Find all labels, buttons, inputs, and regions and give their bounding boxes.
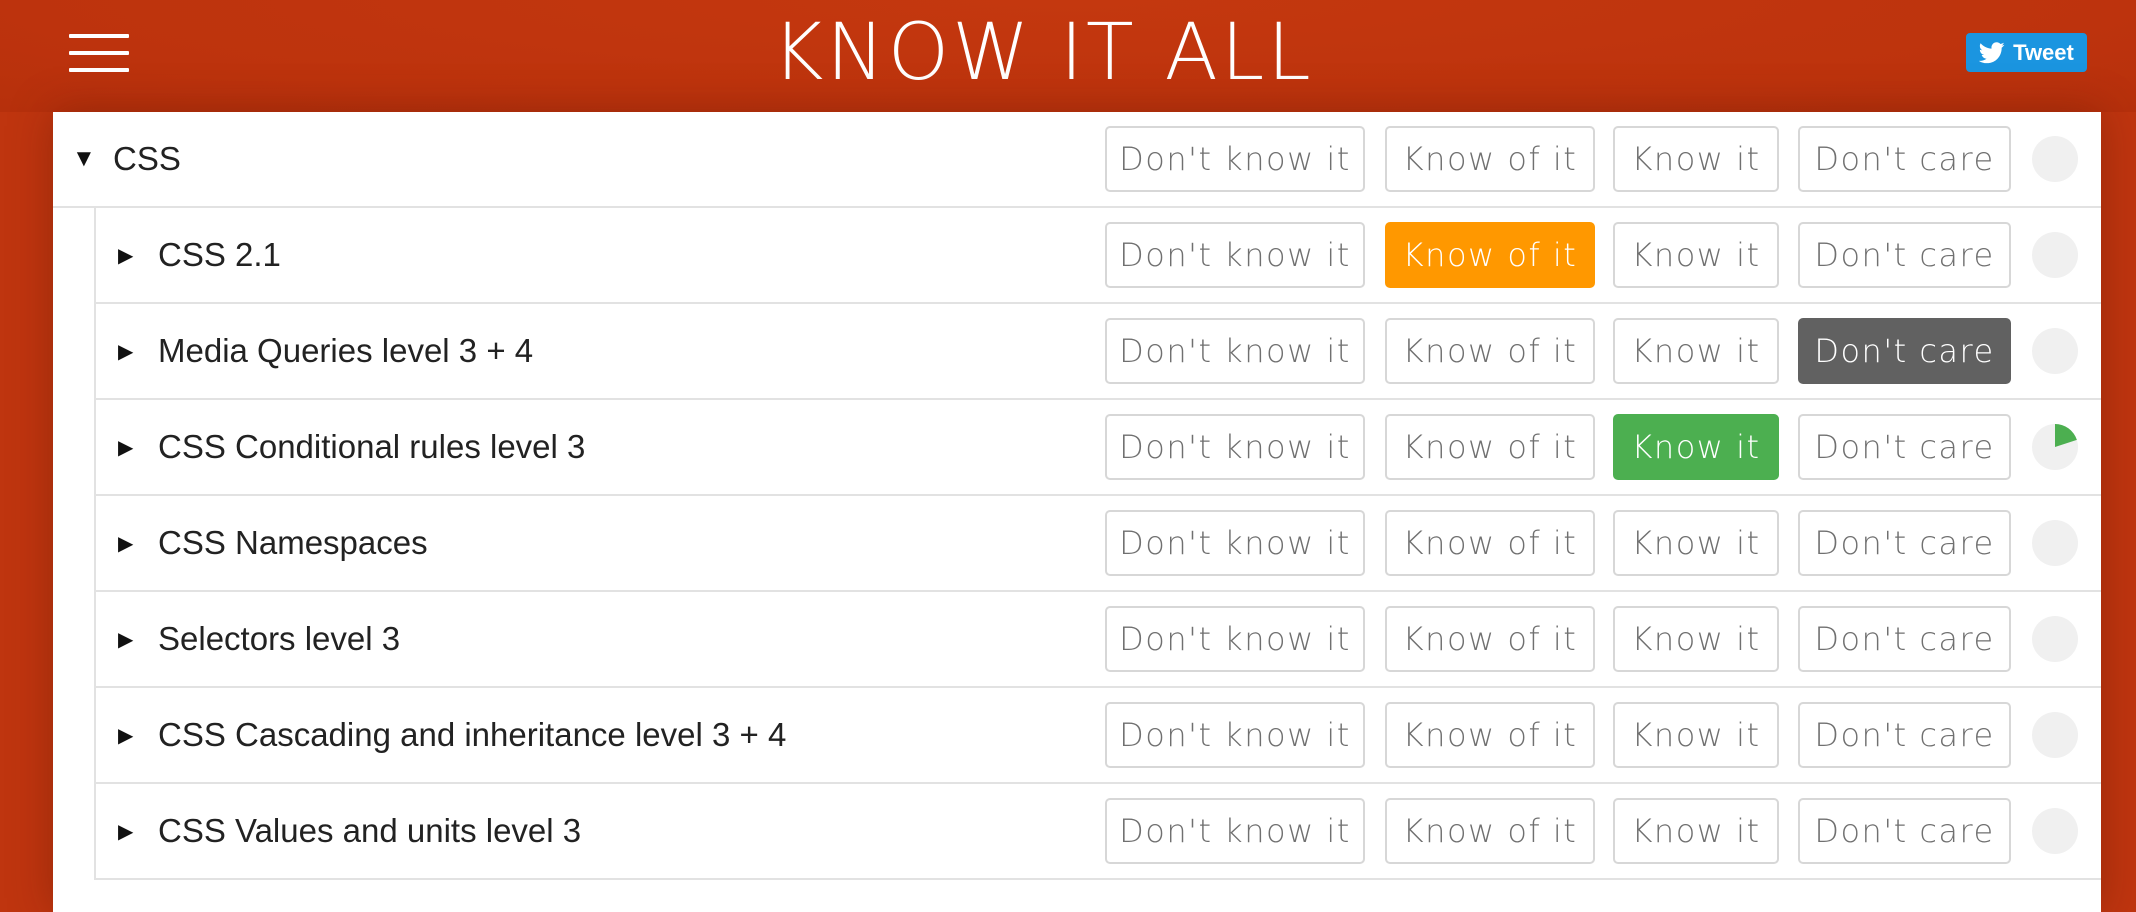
know-it-button[interactable]: Know it	[1613, 126, 1779, 192]
expand-triangle-icon[interactable]: ▶	[118, 304, 133, 398]
progress-pie-icon	[2031, 327, 2079, 375]
topic-label[interactable]: CSS 2.1	[158, 208, 281, 302]
progress-pie-icon	[2031, 807, 2079, 855]
know-of-it-button[interactable]: Know of it	[1385, 702, 1595, 768]
expand-triangle-icon[interactable]: ▶	[118, 400, 133, 494]
know-of-it-button[interactable]: Know of it	[1385, 510, 1595, 576]
app-header: KNOW IT ALL Tweet	[0, 0, 2136, 112]
know-of-it-button[interactable]: Know of it	[1385, 414, 1595, 480]
topic-label[interactable]: CSS Values and units level 3	[158, 784, 581, 878]
expand-triangle-icon[interactable]: ▶	[118, 208, 133, 302]
know-of-it-button[interactable]: Know of it	[1385, 222, 1595, 288]
dont-care-button[interactable]: Don't care	[1798, 702, 2011, 768]
dont-know-it-button[interactable]: Don't know it	[1105, 414, 1365, 480]
topic-label[interactable]: CSS Cascading and inheritance level 3 + …	[158, 688, 786, 782]
know-of-it-button[interactable]: Know of it	[1385, 126, 1595, 192]
dont-care-button[interactable]: Don't care	[1798, 414, 2011, 480]
topic-row-root: ▼ CSS Don't know it Know of it Know it Don't …	[53, 112, 2101, 208]
know-it-button[interactable]: Know it	[1613, 606, 1779, 672]
dont-care-button[interactable]: Don't care	[1798, 798, 2011, 864]
app-title: KNOW IT ALL	[772, 8, 1314, 98]
topic-list: ▼ CSS Don't know it Know of it Know it Don't …	[53, 112, 2101, 912]
progress-pie-icon	[2031, 519, 2079, 567]
know-it-button[interactable]: Know it	[1613, 798, 1779, 864]
topic-label[interactable]: CSS Namespaces	[158, 496, 428, 590]
topic-row: ▶ CSS Conditional rules level 3 Don't know…	[94, 400, 2101, 496]
progress-pie-icon	[2031, 615, 2079, 663]
dont-care-button[interactable]: Don't care	[1798, 126, 2011, 192]
dont-know-it-button[interactable]: Don't know it	[1105, 606, 1365, 672]
collapse-triangle-icon[interactable]: ▼	[72, 112, 96, 206]
know-of-it-button[interactable]: Know of it	[1385, 798, 1595, 864]
progress-pie-icon	[2031, 135, 2079, 183]
dont-know-it-button[interactable]: Don't know it	[1105, 318, 1365, 384]
topic-row: ▶ CSS Cascading and inheritance level 3 +…	[94, 688, 2101, 784]
tweet-button[interactable]: Tweet	[1966, 33, 2087, 72]
dont-care-button[interactable]: Don't care	[1798, 606, 2011, 672]
topic-label[interactable]: Selectors level 3	[158, 592, 400, 686]
tweet-label: Tweet	[2013, 39, 2074, 65]
know-it-button[interactable]: Know it	[1613, 318, 1779, 384]
topic-row: ▶ CSS Values and units level 3 Don't know …	[94, 784, 2101, 880]
dont-know-it-button[interactable]: Don't know it	[1105, 798, 1365, 864]
expand-triangle-icon[interactable]: ▶	[118, 592, 133, 686]
dont-know-it-button[interactable]: Don't know it	[1105, 222, 1365, 288]
progress-pie-icon	[2031, 711, 2079, 759]
dont-care-button[interactable]: Don't care	[1798, 318, 2011, 384]
dont-know-it-button[interactable]: Don't know it	[1105, 702, 1365, 768]
know-it-button[interactable]: Know it	[1613, 510, 1779, 576]
know-it-button[interactable]: Know it	[1613, 702, 1779, 768]
topic-label[interactable]: CSS Conditional rules level 3	[158, 400, 585, 494]
twitter-bird-icon	[1979, 41, 2005, 63]
know-it-button[interactable]: Know it	[1613, 414, 1779, 480]
expand-triangle-icon[interactable]: ▶	[118, 784, 133, 878]
progress-pie-icon	[2031, 231, 2079, 279]
topic-label[interactable]: Media Queries level 3 + 4	[158, 304, 533, 398]
dont-care-button[interactable]: Don't care	[1798, 222, 2011, 288]
dont-care-button[interactable]: Don't care	[1798, 510, 2011, 576]
know-of-it-button[interactable]: Know of it	[1385, 606, 1595, 672]
know-of-it-button[interactable]: Know of it	[1385, 318, 1595, 384]
dont-know-it-button[interactable]: Don't know it	[1105, 510, 1365, 576]
topic-row: ▶ CSS 2.1 Don't know it Know of it Know it Do…	[94, 208, 2101, 304]
topic-row: ▶ Selectors level 3 Don't know it Know of i…	[94, 592, 2101, 688]
expand-triangle-icon[interactable]: ▶	[118, 688, 133, 782]
topic-row: ▶ CSS Namespaces Don't know it Know of it Kn…	[94, 496, 2101, 592]
know-it-button[interactable]: Know it	[1613, 222, 1779, 288]
dont-know-it-button[interactable]: Don't know it	[1105, 126, 1365, 192]
progress-pie-icon	[2031, 423, 2079, 471]
topic-label[interactable]: CSS	[113, 112, 181, 206]
topic-row: ▶ Media Queries level 3 + 4 Don't know it K…	[94, 304, 2101, 400]
expand-triangle-icon[interactable]: ▶	[118, 496, 133, 590]
